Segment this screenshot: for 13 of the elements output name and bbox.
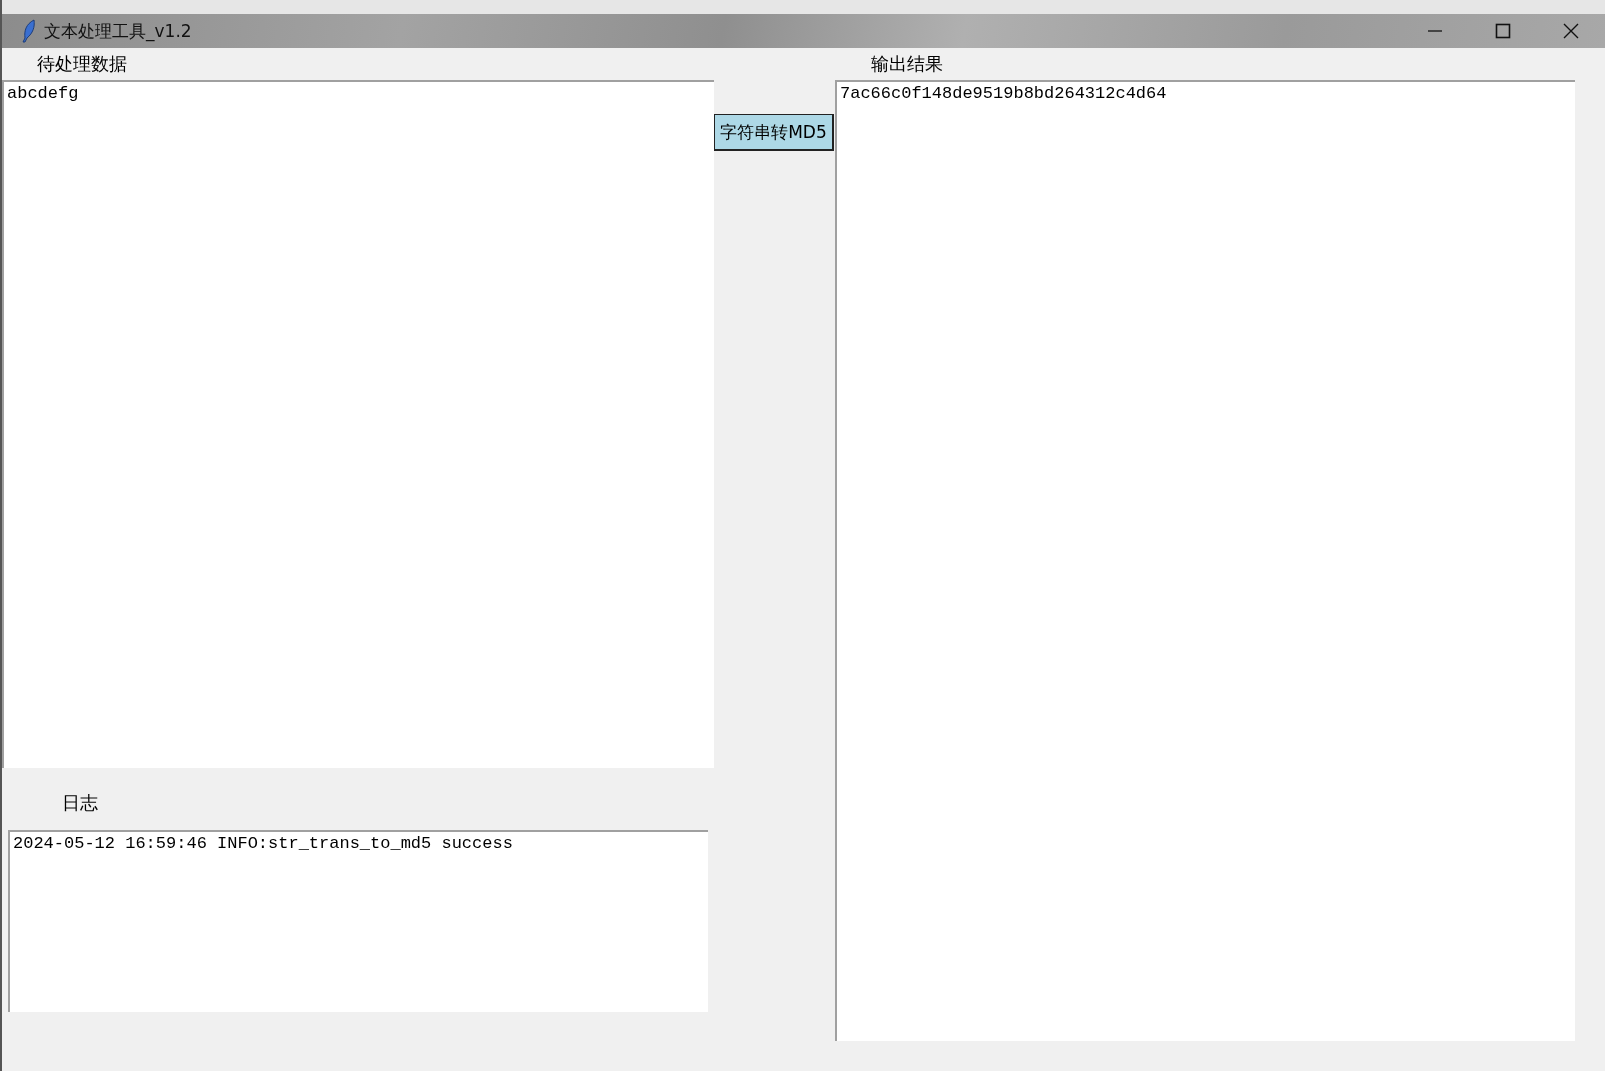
- output-label: 输出结果: [870, 52, 944, 76]
- feather-icon: [22, 19, 36, 43]
- log-line: 2024-05-12 16:59:46 INFO:str_trans_to_md5 success: [13, 834, 514, 853]
- log-label: 日志: [61, 791, 99, 815]
- minimize-icon: [1427, 30, 1443, 32]
- window-title: 文本处理工具_v1.2: [44, 19, 192, 43]
- input-field[interactable]: abcdefg: [2, 80, 714, 768]
- log-field[interactable]: 2024-05-12 16:59:46 INFO:str_trans_to_md5 success: [8, 830, 708, 1012]
- convert-md5-button[interactable]: 字符串转MD5: [714, 114, 834, 151]
- input-label: 待处理数据: [36, 52, 128, 76]
- maximize-icon: [1495, 23, 1511, 39]
- output-field[interactable]: 7ac66c0f148de9519b8bd264312c4d64: [835, 80, 1575, 1041]
- close-icon: [1563, 23, 1579, 39]
